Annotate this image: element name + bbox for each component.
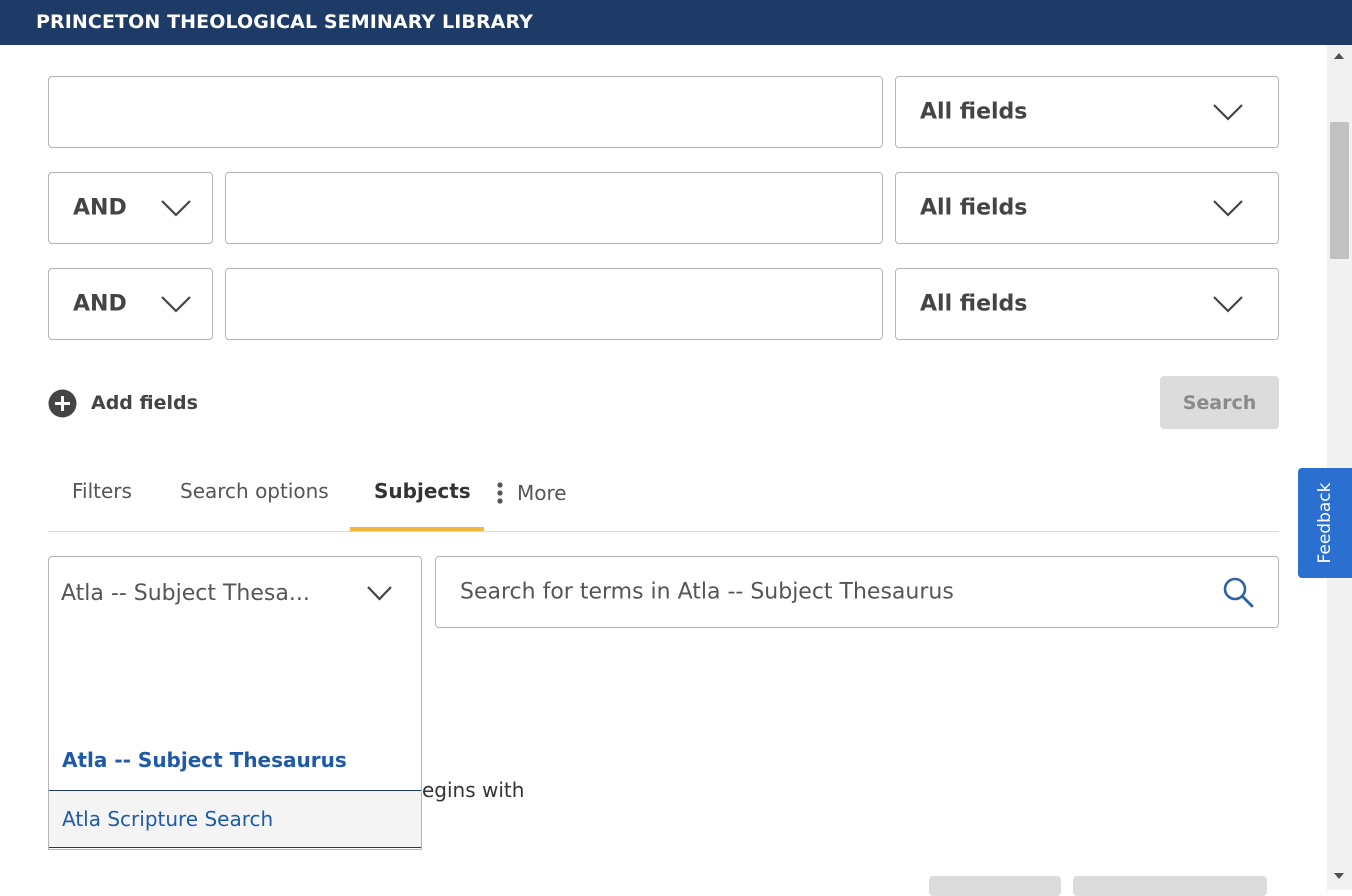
chevron-down-icon <box>1213 104 1243 121</box>
tabs-divider <box>48 531 1279 532</box>
dropdown-option-subject-thesaurus[interactable]: Atla -- Subject Thesaurus <box>49 731 421 789</box>
field-select-1-value: All fields <box>920 99 1028 125</box>
field-select-1[interactable]: All fields <box>895 76 1279 148</box>
field-select-2[interactable]: All fields <box>895 172 1279 244</box>
tab-more[interactable]: More <box>496 481 567 505</box>
operator-select-2-value: AND <box>73 195 127 221</box>
chevron-down-icon <box>1213 296 1243 313</box>
search-button[interactable]: Search <box>1160 376 1279 429</box>
app-header: PRINCETON THEOLOGICAL SEMINARY LIBRARY <box>0 0 1352 45</box>
tab-more-label: More <box>517 481 567 505</box>
kebab-icon <box>497 482 503 504</box>
term-search-placeholder: Search for terms in Atla -- Subject Thes… <box>460 579 954 605</box>
library-title: PRINCETON THEOLOGICAL SEMINARY LIBRARY <box>36 11 534 33</box>
chevron-down-icon <box>161 200 191 217</box>
add-fields-button[interactable]: Add fields <box>48 388 198 418</box>
begins-with-text: egins with <box>422 778 525 802</box>
bottom-button-2[interactable] <box>1073 876 1267 896</box>
chevron-down-icon <box>161 296 191 313</box>
term-search-input[interactable]: Search for terms in Atla -- Subject Thes… <box>435 556 1279 628</box>
field-select-3-value: All fields <box>920 291 1028 317</box>
field-select-3[interactable]: All fields <box>895 268 1279 340</box>
tab-filters[interactable]: Filters <box>72 479 132 503</box>
feedback-button[interactable]: Feedback <box>1298 468 1352 578</box>
query-input-2[interactable] <box>225 172 883 244</box>
tab-subjects[interactable]: Subjects <box>374 479 471 503</box>
add-fields-label: Add fields <box>91 392 198 414</box>
scroll-up-icon[interactable] <box>1334 53 1344 59</box>
dropdown-option-scripture-search[interactable]: Atla Scripture Search <box>49 790 421 848</box>
operator-select-3-value: AND <box>73 291 127 317</box>
query-input-3[interactable] <box>225 268 883 340</box>
query-input-1[interactable] <box>48 76 883 148</box>
feedback-label: Feedback <box>1315 482 1335 564</box>
vocabulary-select-value: Atla -- Subject Thesa... <box>61 581 310 606</box>
chevron-down-icon <box>1213 200 1243 217</box>
search-icon[interactable] <box>1222 576 1254 608</box>
operator-select-2[interactable]: AND <box>48 172 213 244</box>
tab-search-options[interactable]: Search options <box>180 479 329 503</box>
bottom-button-1[interactable] <box>929 876 1061 896</box>
plus-circle-icon <box>48 389 77 417</box>
chevron-down-icon <box>367 586 392 601</box>
scroll-thumb[interactable] <box>1330 122 1349 259</box>
field-select-2-value: All fields <box>920 195 1028 221</box>
operator-select-3[interactable]: AND <box>48 268 213 340</box>
vocabulary-dropdown-panel: Atla -- Subject Thesaurus Atla Scripture… <box>48 630 422 850</box>
scroll-down-icon[interactable] <box>1334 873 1344 879</box>
